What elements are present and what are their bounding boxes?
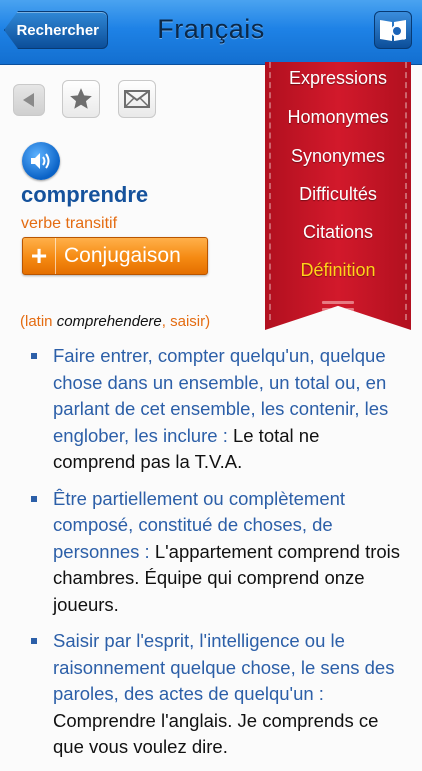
part-of-speech: verbe transitif [21,215,118,232]
plus-icon: + [23,238,56,274]
menu-item-expressions[interactable]: Expressions [265,68,411,89]
triangle-left-icon [23,93,34,107]
etymology-sep: , [161,313,171,330]
etymology: (latin comprehendere, saisir) [20,313,210,330]
definition-item: Faire entrer, compter quelqu'un, quelque… [22,343,402,476]
menu-item-synonymes[interactable]: Synonymes [265,146,411,167]
conjugation-label: Conjugaison [64,244,181,267]
conjugation-button[interactable]: + Conjugaison [22,237,208,275]
etymology-meaning: saisir [170,313,206,330]
definition-text: Saisir par l'esprit, l'intelligence ou l… [53,630,395,704]
definition-item: Être partiellement ou complètement compo… [22,486,402,619]
menu-item-difficultes[interactable]: Difficultés [265,184,411,205]
headword: comprendre [21,182,149,207]
definition-item: Saisir par l'esprit, l'intelligence ou l… [22,628,402,761]
bullet-icon [31,495,37,502]
page-title: Français [157,14,265,44]
menu-item-definition[interactable]: Définition [265,260,411,281]
bullet-icon [31,638,37,644]
share-email-button[interactable] [118,80,156,118]
section-menu: Expressions Homonymes Synonymes Difficul… [265,62,411,330]
menu-item-citations[interactable]: Citations [265,222,411,243]
dictionary-button[interactable] [374,11,412,49]
star-icon [70,88,92,109]
bullet-icon [31,353,37,359]
nav-bar: Rechercher Français [0,0,422,65]
menu-item-homonymes[interactable]: Homonymes [265,107,411,128]
etymology-latin: comprehendere [56,313,162,330]
definition-list: Faire entrer, compter quelqu'un, quelque… [22,343,402,771]
etymology-open: (latin [20,313,57,330]
etymology-close: ) [205,313,211,330]
pronunciation-button[interactable] [22,142,60,180]
definition-text: Faire entrer, compter quelqu'un, quelque… [53,345,389,446]
envelope-icon [124,90,150,108]
speaker-icon [31,153,50,169]
favorite-button[interactable] [62,80,100,118]
previous-button[interactable] [13,84,45,116]
book-search-icon [380,20,407,41]
menu-handle-icon[interactable] [322,301,354,322]
